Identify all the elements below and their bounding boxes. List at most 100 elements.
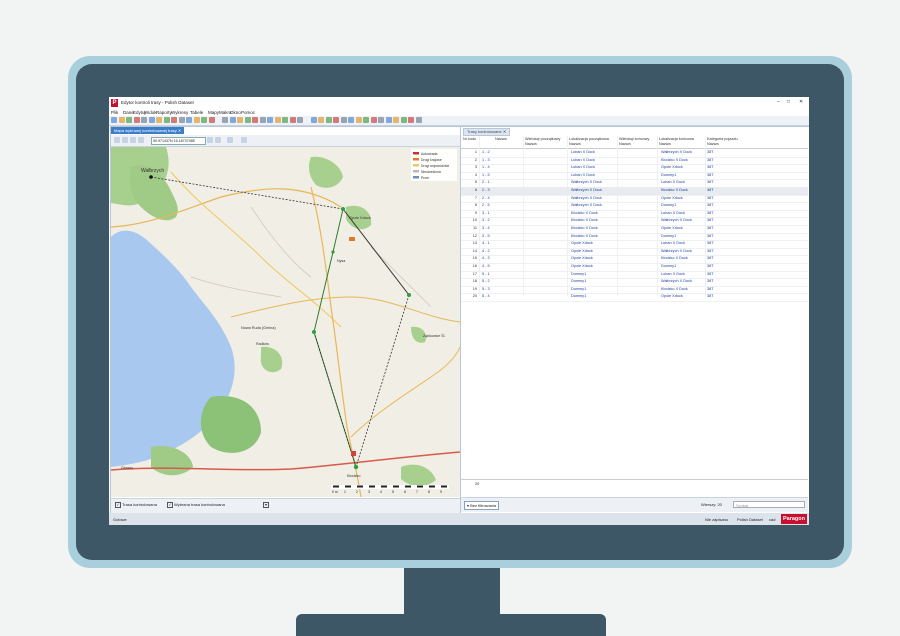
menu-item-wykresy[interactable]: Wykresy	[171, 110, 188, 115]
toolbar-button-icon[interactable]	[289, 117, 296, 123]
toolbar-button-icon[interactable]	[415, 117, 422, 123]
toolbar-button-icon[interactable]	[393, 117, 399, 123]
toolbar-button-icon[interactable]	[259, 117, 266, 123]
toolbar-button-icon[interactable]	[186, 117, 192, 123]
zoom-out-icon[interactable]	[122, 137, 128, 143]
trasa-checkbox[interactable]: ✓ Trasa kontrolowana	[115, 502, 157, 508]
toolbar-button-icon[interactable]	[126, 117, 132, 123]
column-header-lp[interactable]: Lokalizacja początkowa Nazwa	[569, 137, 609, 146]
cell-lokalizacja-poczatkowa: Opole Xdock	[571, 264, 593, 268]
grid-footer: 20	[461, 479, 808, 488]
toolbar-button-icon[interactable]	[325, 117, 332, 123]
cell-lokalizacja-poczatkowa: Luban X Dock	[571, 172, 595, 177]
menu-item-plik[interactable]: Plik	[111, 110, 118, 115]
filter-button[interactable]: ▾ Bez filtrowania	[464, 501, 500, 510]
toolbar-button-icon[interactable]	[163, 117, 170, 123]
column-header-nr[interactable]: Nr kodu	[463, 137, 476, 142]
cell-lokalizacja-poczatkowa: Wałbrzych X Dock	[571, 180, 602, 185]
toolbar-button-icon[interactable]	[141, 117, 147, 123]
scale-segment	[405, 485, 411, 488]
legend-swatch	[413, 170, 419, 173]
toolbar-button-icon[interactable]	[252, 117, 258, 123]
wybrana-checkbox[interactable]: ✓ Wybrana trasa kontrolowana	[167, 502, 225, 508]
toolbar-button-icon[interactable]	[178, 117, 185, 123]
toolbar-button-icon[interactable]	[229, 117, 236, 123]
filter-label: Bez filtrowania	[470, 503, 497, 508]
zoom-extent-icon[interactable]	[215, 137, 221, 143]
toolbar-button-icon[interactable]	[208, 117, 215, 123]
tab-map[interactable]: Mapa wybranej kontrolowanej trasy ✕	[111, 127, 185, 134]
cell-kategoria: 38T	[707, 241, 714, 246]
toolbar-button-icon[interactable]	[400, 117, 407, 123]
toolbar-button-icon[interactable]	[267, 117, 273, 123]
toolbar-button-icon[interactable]	[244, 117, 251, 123]
route-map[interactable]: Wałbrzych Nowa Ruda (Gmina) Kłodzko Opol…	[111, 147, 460, 497]
minimize-icon[interactable]: –	[777, 99, 780, 105]
toolbar-button-icon[interactable]	[156, 117, 162, 123]
table-row[interactable]: 20 5 - 4 Dummy1 Opole Xdock 38T	[461, 293, 808, 302]
toolbar-button-icon[interactable]	[222, 117, 228, 123]
cell-nazwa: 4 - 5	[482, 264, 490, 268]
cell-lokalizacja-koncowa: Wałbrzych X Dock	[661, 150, 692, 154]
map-toolbar: 50.971437N 16.1873748E	[111, 135, 460, 147]
toolbar-button-icon[interactable]	[171, 117, 177, 123]
search-input[interactable]: Szukaj	[733, 501, 805, 508]
menu-item-mapy[interactable]: Mapy	[208, 110, 219, 115]
search-icon[interactable]	[207, 137, 213, 143]
coordinates-field[interactable]: 50.971437N 16.1873748E	[151, 137, 206, 145]
cell-nr: 10	[472, 218, 477, 223]
toolbar-button-icon[interactable]	[310, 117, 317, 123]
node-marker[interactable]	[331, 250, 335, 254]
node-marker[interactable]	[407, 293, 411, 297]
tab-trasy[interactable]: Trasy kontrolowane ✕	[463, 128, 511, 136]
cell-kategoria: 38T	[707, 157, 714, 162]
toolbar-button-icon[interactable]	[193, 117, 200, 123]
select-icon[interactable]	[138, 137, 144, 143]
toolbar-button-icon[interactable]	[363, 117, 369, 123]
column-header-wk[interactable]: Wielokąt początkowy Nazwa	[525, 137, 560, 146]
klodzko-marker[interactable]	[353, 464, 359, 470]
toolbar-button-icon[interactable]	[355, 117, 362, 123]
toolbar-button-icon[interactable]	[385, 117, 392, 123]
pan-icon[interactable]	[130, 137, 136, 143]
toolbar-button-icon[interactable]	[318, 117, 324, 123]
toolbar-button-icon[interactable]	[340, 117, 347, 123]
map-options-dropdown[interactable]: ▾	[263, 502, 270, 508]
cell-lokalizacja-koncowa: Dummy1	[661, 264, 677, 268]
toolbar-button-icon[interactable]	[118, 117, 125, 123]
toolbar-button-icon[interactable]	[201, 117, 207, 123]
toolbar-button-icon[interactable]	[282, 117, 288, 123]
maximize-icon[interactable]: □	[787, 99, 790, 105]
refresh-icon[interactable]	[241, 137, 247, 143]
toolbar-button-icon[interactable]	[348, 117, 354, 123]
scale-label: 8	[428, 490, 430, 494]
column-header-kp[interactable]: Kategoria pojazdu Nazwa	[707, 137, 738, 146]
toolbar-button-icon[interactable]	[237, 117, 243, 123]
layers-icon[interactable]	[227, 137, 233, 143]
column-header-lk[interactable]: Lokalizacja końcowa Nazwa	[659, 137, 694, 146]
menu-item-pomoc[interactable]: Pomoc	[241, 110, 255, 115]
menu-item-tabele[interactable]: Tabele	[190, 110, 203, 115]
legend-entry: Drogi krajowe	[421, 158, 442, 162]
zoom-in-icon[interactable]	[114, 137, 120, 143]
close-icon[interactable]: ✕	[799, 99, 803, 105]
toolbar-button-icon[interactable]	[333, 117, 339, 123]
toolbar-button-icon[interactable]	[111, 117, 117, 123]
toolbar-button-icon[interactable]	[148, 117, 155, 123]
toolbar-button-icon[interactable]	[297, 117, 303, 123]
cell-kategoria: 38T	[707, 286, 714, 291]
wybrana-label: Wybrana trasa kontrolowana	[174, 502, 225, 508]
menu-item-raporty[interactable]: Raporty	[156, 110, 172, 115]
menu-item-widok[interactable]: Widok	[144, 110, 157, 115]
menu-item-okno[interactable]: Okno	[230, 110, 241, 115]
toolbar-button-icon[interactable]	[370, 117, 377, 123]
column-header-wkk[interactable]: Wielokąt końcowy Nazwa	[619, 137, 649, 146]
column-header-nazwa[interactable]: Nazwa	[495, 137, 507, 142]
toolbar-button-icon[interactable]	[274, 117, 281, 123]
walbrzych-marker[interactable]	[149, 175, 153, 179]
toolbar-button-icon[interactable]	[408, 117, 414, 123]
node-marker[interactable]	[341, 207, 345, 211]
toolbar-button-icon[interactable]	[133, 117, 140, 123]
toolbar-button-icon[interactable]	[378, 117, 384, 123]
node-marker[interactable]	[312, 330, 316, 334]
